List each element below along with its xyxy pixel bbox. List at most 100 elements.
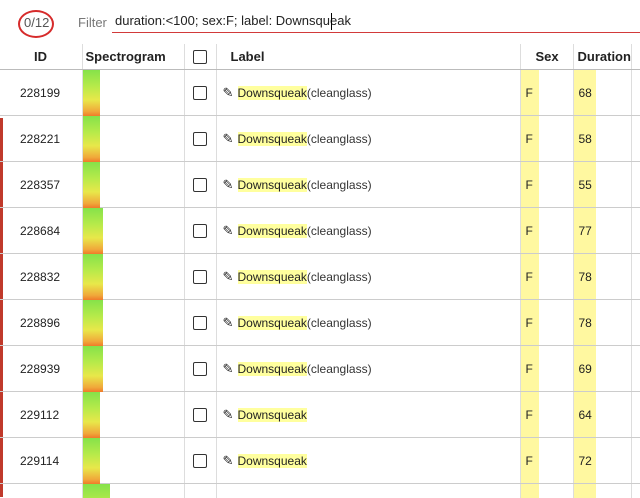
row-select-cell [184, 162, 216, 208]
label-extra: (cleanglass) [307, 178, 372, 192]
table-row[interactable]: 229112 ✎Downsqueak F 64 [0, 392, 640, 438]
text-caret [331, 13, 332, 30]
duration-cell: 78 [573, 254, 631, 300]
table-row[interactable]: 228896 ✎Downsqueak(cleanglass) F 78 [0, 300, 640, 346]
spectrogram-cell [82, 208, 184, 254]
row-end-cell [631, 300, 640, 346]
label-main: Downsqueak [238, 454, 307, 468]
label-cell: ✎Downsqueak [216, 392, 520, 438]
label-cell: ✎Downsqueak(cleanglass) [216, 254, 520, 300]
table-row[interactable]: 228357 ✎Downsqueak(cleanglass) F 55 [0, 162, 640, 208]
sex-cell: F [520, 70, 573, 116]
pencil-icon[interactable]: ✎ [223, 85, 237, 101]
column-header-sex[interactable]: Sex [520, 44, 573, 70]
row-end-cell [631, 70, 640, 116]
label-cell: ✎Downsqueak(cleanglass) [216, 208, 520, 254]
row-checkbox[interactable] [193, 132, 207, 146]
row-checkbox[interactable] [193, 454, 207, 468]
spectrogram-cell [82, 392, 184, 438]
filter-input[interactable] [112, 9, 640, 33]
spectrogram-thumbnail[interactable] [83, 484, 110, 498]
label-main: Downsqueak [238, 316, 307, 330]
column-header-duration[interactable]: Duration [573, 44, 631, 70]
spectrogram-cell [82, 346, 184, 392]
duration-cell: 72 [573, 438, 631, 484]
sex-cell: F [520, 392, 573, 438]
spectrogram-cell [82, 70, 184, 116]
row-checkbox[interactable] [193, 178, 207, 192]
row-end-cell [631, 116, 640, 162]
sex-value: F [526, 408, 533, 422]
row-checkbox[interactable] [193, 270, 207, 284]
spectrogram-cell [82, 300, 184, 346]
row-select-cell [184, 438, 216, 484]
spectrogram-thumbnail[interactable] [83, 300, 103, 346]
sex-cell: F [520, 438, 573, 484]
pencil-icon[interactable]: ✎ [223, 407, 237, 423]
row-select-cell [184, 254, 216, 300]
column-header-label[interactable]: Label [216, 44, 520, 70]
row-id [0, 484, 82, 498]
table-row[interactable]: 228939 ✎Downsqueak(cleanglass) F 69 [0, 346, 640, 392]
sex-value: F [526, 454, 533, 468]
duration-value: 78 [579, 270, 592, 284]
sex-value: F [526, 362, 533, 376]
spectrogram-thumbnail[interactable] [83, 254, 103, 300]
spectrogram-thumbnail[interactable] [83, 70, 100, 116]
spectrogram-thumbnail[interactable] [83, 208, 103, 254]
table-row[interactable]: 228221 ✎Downsqueak(cleanglass) F 58 [0, 116, 640, 162]
table-row-partial [0, 484, 640, 498]
row-checkbox[interactable] [193, 86, 207, 100]
pencil-icon[interactable]: ✎ [223, 453, 237, 469]
row-checkbox[interactable] [193, 316, 207, 330]
row-id: 228939 [0, 346, 82, 392]
label-cell: ✎Downsqueak(cleanglass) [216, 300, 520, 346]
duration-cell [573, 484, 631, 498]
row-checkbox[interactable] [193, 408, 207, 422]
column-header-id[interactable]: ID [0, 44, 82, 70]
duration-value: 69 [579, 362, 592, 376]
spectrogram-thumbnail[interactable] [83, 116, 100, 162]
table-row[interactable]: 229114 ✎Downsqueak F 72 [0, 438, 640, 484]
pencil-icon[interactable]: ✎ [223, 131, 237, 147]
label-extra: (cleanglass) [307, 362, 372, 376]
spectrogram-cell [82, 162, 184, 208]
sex-value: F [526, 132, 533, 146]
pencil-icon[interactable]: ✎ [223, 315, 237, 331]
row-id: 228199 [0, 70, 82, 116]
table-row[interactable]: 228684 ✎Downsqueak(cleanglass) F 77 [0, 208, 640, 254]
row-end-cell [631, 438, 640, 484]
row-select-cell [184, 346, 216, 392]
table-row[interactable]: 228832 ✎Downsqueak(cleanglass) F 78 [0, 254, 640, 300]
row-id: 228357 [0, 162, 82, 208]
row-select-cell [184, 116, 216, 162]
pencil-icon[interactable]: ✎ [223, 223, 237, 239]
pencil-icon[interactable]: ✎ [223, 177, 237, 193]
row-id: 229114 [0, 438, 82, 484]
pencil-icon[interactable]: ✎ [223, 269, 237, 285]
result-count: 0/12 [24, 15, 49, 30]
row-end-cell [631, 208, 640, 254]
row-end-cell [631, 254, 640, 300]
spectrogram-thumbnail[interactable] [83, 162, 100, 208]
sex-cell: F [520, 162, 573, 208]
row-checkbox[interactable] [193, 362, 207, 376]
row-checkbox[interactable] [193, 224, 207, 238]
spectrogram-thumbnail[interactable] [83, 438, 100, 484]
row-end-cell [631, 346, 640, 392]
row-id: 229112 [0, 392, 82, 438]
column-header-spectrogram[interactable]: Spectrogram [82, 44, 184, 70]
row-id: 228684 [0, 208, 82, 254]
label-main: Downsqueak [238, 224, 307, 238]
pencil-icon[interactable]: ✎ [223, 361, 237, 377]
label-main: Downsqueak [238, 132, 307, 146]
spectrogram-thumbnail[interactable] [83, 392, 100, 438]
spectrogram-thumbnail[interactable] [83, 346, 103, 392]
label-cell: ✎Downsqueak(cleanglass) [216, 116, 520, 162]
row-end-cell [631, 484, 640, 498]
label-cell: ✎Downsqueak(cleanglass) [216, 70, 520, 116]
table-row[interactable]: 228199 ✎Downsqueak(cleanglass) F 68 [0, 70, 640, 116]
label-main: Downsqueak [238, 362, 307, 376]
select-all-checkbox[interactable] [193, 50, 207, 64]
sex-value: F [526, 316, 533, 330]
